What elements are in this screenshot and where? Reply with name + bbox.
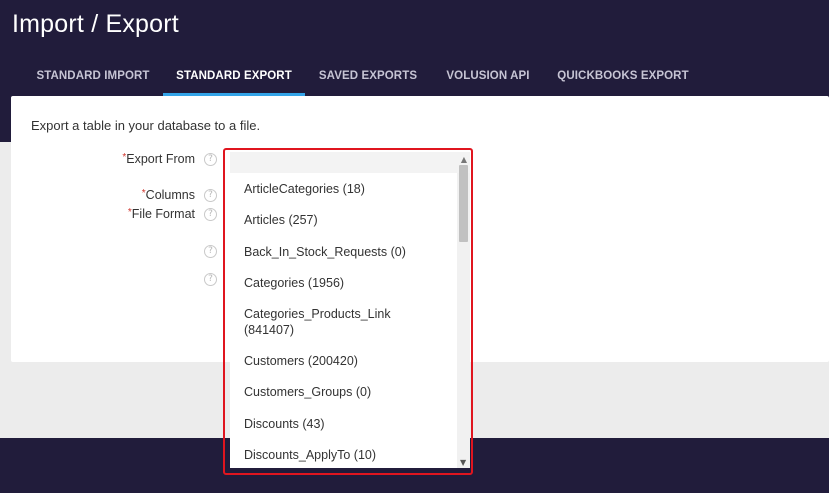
export-from-label: *Export From <box>122 152 195 166</box>
file-format-help-icon[interactable]: ? <box>204 208 217 221</box>
export-from-help-icon[interactable]: ? <box>204 153 217 166</box>
tab-quickbooks-export[interactable]: QUICKBOOKS EXPORT <box>545 60 701 93</box>
form-description: Export a table in your database to a fil… <box>31 118 261 133</box>
tab-saved-exports[interactable]: SAVED EXPORTS <box>305 60 431 93</box>
tab-volusion-api[interactable]: VOLUSION API <box>431 60 545 93</box>
columns-label: *Columns <box>141 188 195 202</box>
option-help-icon[interactable]: ? <box>204 245 217 258</box>
file-format-label: *File Format <box>127 207 195 221</box>
option-help-icon[interactable]: ? <box>204 273 217 286</box>
tab-standard-import[interactable]: STANDARD IMPORT <box>24 60 162 93</box>
dropdown-highlight-outline <box>223 148 473 475</box>
columns-help-icon[interactable]: ? <box>204 189 217 202</box>
page-title: Import / Export <box>12 10 179 38</box>
tab-standard-export[interactable]: STANDARD EXPORT <box>163 60 305 96</box>
